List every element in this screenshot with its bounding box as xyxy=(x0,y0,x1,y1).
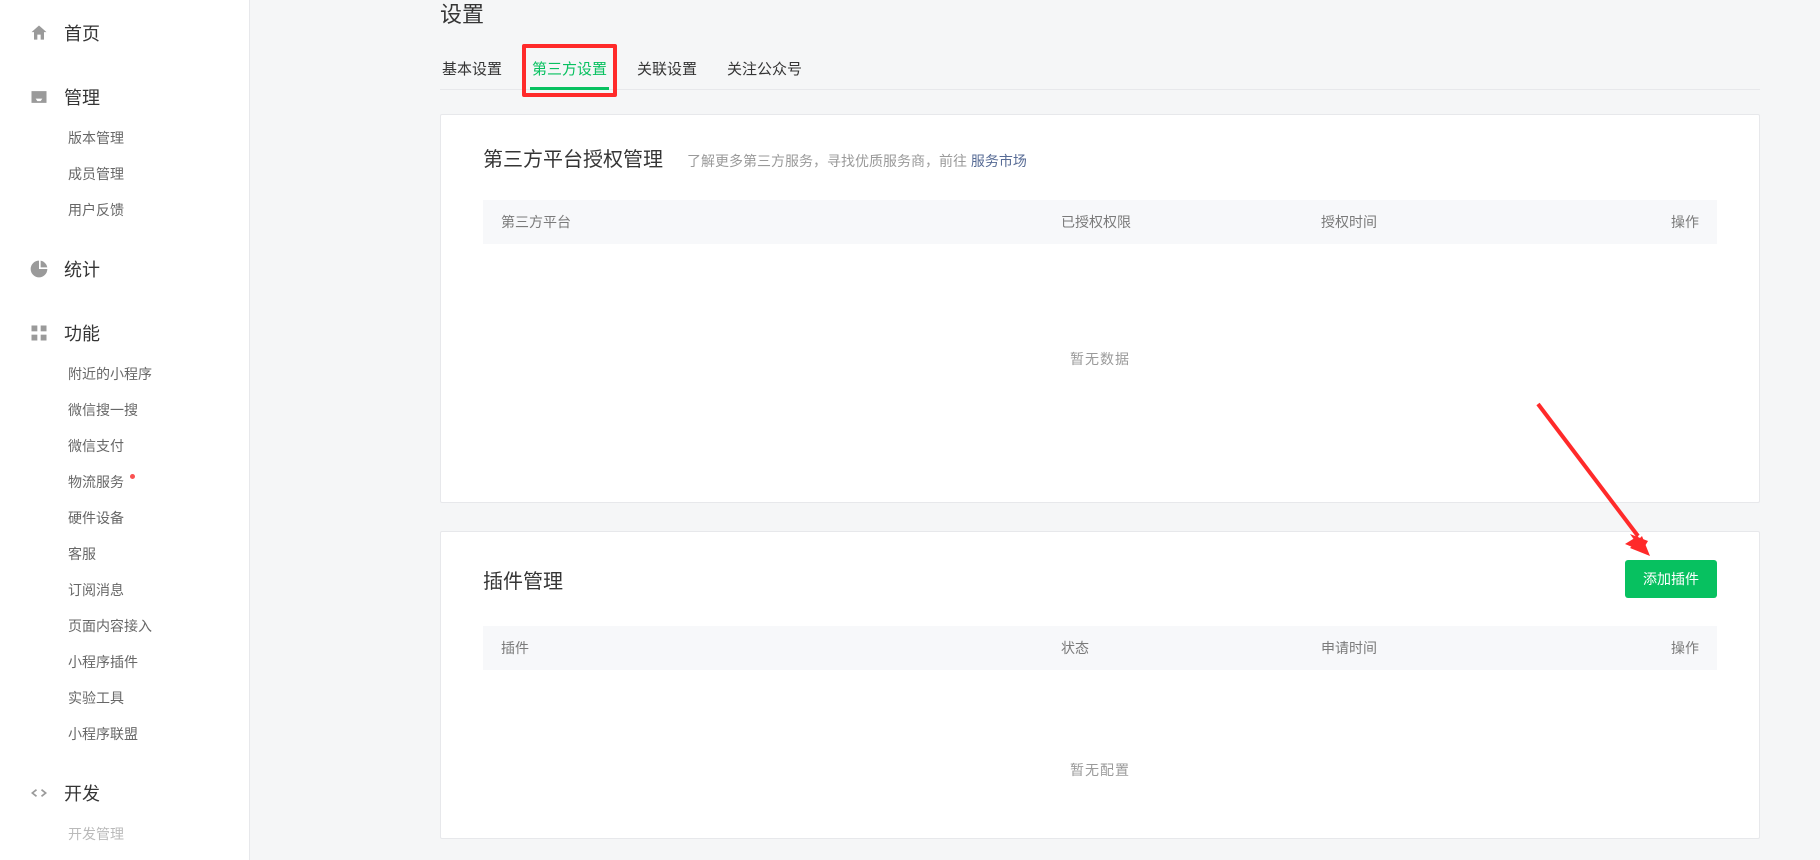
sidebar-item-features[interactable]: 功能 xyxy=(0,310,249,356)
sidebar-manage-label: 管理 xyxy=(64,84,100,110)
auth-col-permission: 已授权权限 xyxy=(1061,212,1321,232)
auth-col-time: 授权时间 xyxy=(1321,212,1581,232)
sidebar-item-experiment[interactable]: 实验工具 xyxy=(0,680,249,716)
third-party-auth-card: 第三方平台授权管理 了解更多第三方服务，寻找优质服务商，前往 服务市场 第三方平… xyxy=(440,114,1760,503)
plugin-col-name: 插件 xyxy=(501,638,1061,658)
sidebar-home-label: 首页 xyxy=(64,20,100,46)
sidebar-stats-label: 统计 xyxy=(64,256,100,282)
notification-dot-icon xyxy=(130,474,135,479)
home-icon xyxy=(28,22,50,44)
sidebar-item-develop[interactable]: 开发 xyxy=(0,770,249,816)
sidebar-features-label: 功能 xyxy=(64,320,100,346)
plugin-table-empty: 暂无配置 xyxy=(483,670,1717,810)
tab-follow-account[interactable]: 关注公众号 xyxy=(725,50,804,89)
sidebar-item-develop-manage[interactable]: 开发管理 xyxy=(0,816,249,852)
main-content: 设置 基本设置 第三方设置 关联设置 关注公众号 第三方平台授权管理 了解更多第… xyxy=(250,0,1820,860)
sidebar-item-subscribe-msg[interactable]: 订阅消息 xyxy=(0,572,249,608)
sidebar: 首页 管理 版本管理 成员管理 用户反馈 统计 功能 附近的小程序 微信搜一搜 … xyxy=(0,0,250,860)
sidebar-item-user-feedback[interactable]: 用户反馈 xyxy=(0,192,249,228)
plugin-col-status: 状态 xyxy=(1061,638,1321,658)
sidebar-item-wechat-search[interactable]: 微信搜一搜 xyxy=(0,392,249,428)
auth-col-platform: 第三方平台 xyxy=(501,212,1061,232)
service-market-link[interactable]: 服务市场 xyxy=(971,153,1027,169)
sidebar-item-plugin[interactable]: 小程序插件 xyxy=(0,644,249,680)
plugin-col-time: 申请时间 xyxy=(1321,638,1581,658)
plugin-manage-card: 插件管理 添加插件 插件 状态 申请时间 操作 暂无配置 xyxy=(440,531,1760,839)
sidebar-item-logistics[interactable]: 物流服务 xyxy=(0,464,249,500)
sidebar-item-home[interactable]: 首页 xyxy=(0,10,249,56)
tab-third-party-settings[interactable]: 第三方设置 xyxy=(530,50,609,89)
plugin-card-title: 插件管理 xyxy=(483,565,563,594)
auth-card-subtitle: 了解更多第三方服务，寻找优质服务商，前往 服务市场 xyxy=(687,151,1027,171)
sidebar-item-mini-alliance[interactable]: 小程序联盟 xyxy=(0,716,249,752)
code-icon xyxy=(28,782,50,804)
tab-relation-settings[interactable]: 关联设置 xyxy=(635,50,699,89)
sidebar-item-nearby-mini[interactable]: 附近的小程序 xyxy=(0,356,249,392)
sidebar-item-stats[interactable]: 统计 xyxy=(0,246,249,292)
sidebar-item-member-manage[interactable]: 成员管理 xyxy=(0,156,249,192)
sidebar-item-wechat-pay[interactable]: 微信支付 xyxy=(0,428,249,464)
plugin-col-action: 操作 xyxy=(1581,638,1699,658)
auth-table-header: 第三方平台 已授权权限 授权时间 操作 xyxy=(483,200,1717,244)
tab-basic-settings[interactable]: 基本设置 xyxy=(440,50,504,89)
settings-tabs: 基本设置 第三方设置 关联设置 关注公众号 xyxy=(440,50,1760,90)
pie-icon xyxy=(28,258,50,280)
grid-icon xyxy=(28,322,50,344)
sidebar-item-page-content[interactable]: 页面内容接入 xyxy=(0,608,249,644)
sidebar-item-customer-service[interactable]: 客服 xyxy=(0,536,249,572)
sidebar-item-manage[interactable]: 管理 xyxy=(0,74,249,120)
add-plugin-button[interactable]: 添加插件 xyxy=(1625,560,1717,598)
sidebar-develop-label: 开发 xyxy=(64,780,100,806)
inbox-icon xyxy=(28,86,50,108)
sidebar-item-hardware[interactable]: 硬件设备 xyxy=(0,500,249,536)
plugin-table-header: 插件 状态 申请时间 操作 xyxy=(483,626,1717,670)
sidebar-item-version-manage[interactable]: 版本管理 xyxy=(0,120,249,156)
page-title: 设置 xyxy=(440,0,1760,26)
auth-card-title: 第三方平台授权管理 xyxy=(483,143,663,172)
auth-col-action: 操作 xyxy=(1581,212,1699,232)
auth-table-empty: 暂无数据 xyxy=(483,244,1717,474)
